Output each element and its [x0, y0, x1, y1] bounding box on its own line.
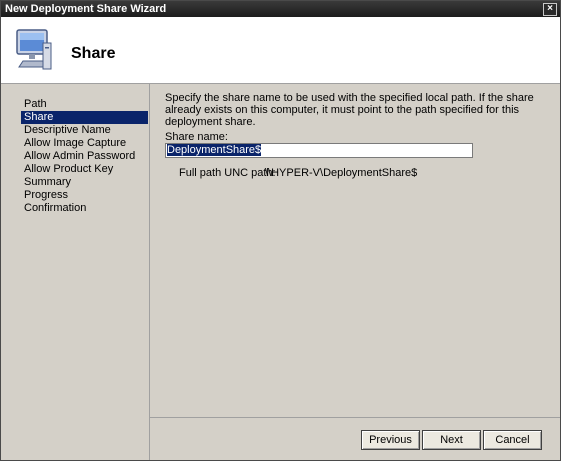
- computer-monitor-icon: [16, 29, 52, 70]
- wizard-steps-sidebar: Path Share Descriptive Name Allow Image Cap…: [1, 84, 150, 460]
- close-icon: ×: [547, 3, 553, 14]
- share-name-label: Share name:: [165, 131, 228, 143]
- window-title: New Deployment Share Wizard: [5, 3, 167, 15]
- close-button[interactable]: ×: [543, 3, 557, 16]
- previous-button[interactable]: Previous: [361, 430, 420, 450]
- button-bar: Previous Next Cancel: [150, 418, 560, 460]
- description-text: Specify the share name to be used with t…: [165, 92, 534, 128]
- cancel-button[interactable]: Cancel: [483, 430, 542, 450]
- unc-path-value: \\HYPER-V\DeploymentShare$: [265, 167, 418, 179]
- wizard-header: Share: [1, 17, 560, 84]
- sidebar-item-allow-image-capture[interactable]: Allow Image Capture: [21, 137, 148, 150]
- sidebar-item-confirmation[interactable]: Confirmation: [21, 202, 148, 215]
- sidebar-item-allow-admin-password[interactable]: Allow Admin Password: [21, 150, 148, 163]
- page-title: Share: [71, 45, 116, 62]
- sidebar-item-descriptive-name[interactable]: Descriptive Name: [21, 124, 148, 137]
- share-name-input[interactable]: DeploymentShare$: [165, 143, 473, 158]
- sidebar-item-path[interactable]: Path: [21, 98, 148, 111]
- sidebar-item-summary[interactable]: Summary: [21, 176, 148, 189]
- title-bar[interactable]: New Deployment Share Wizard ×: [1, 1, 560, 17]
- main-content: Specify the share name to be used with t…: [150, 84, 560, 418]
- next-button[interactable]: Next: [422, 430, 481, 450]
- sidebar-item-share[interactable]: Share: [21, 111, 148, 124]
- sidebar-item-progress[interactable]: Progress: [21, 189, 148, 202]
- share-name-value: DeploymentShare$: [167, 144, 262, 156]
- sidebar-item-allow-product-key[interactable]: Allow Product Key: [21, 163, 148, 176]
- unc-path-label: Full path UNC path:: [179, 167, 276, 179]
- steps-list: Path Share Descriptive Name Allow Image Cap…: [21, 98, 148, 215]
- wizard-window: New Deployment Share Wizard × Share Path…: [0, 0, 561, 461]
